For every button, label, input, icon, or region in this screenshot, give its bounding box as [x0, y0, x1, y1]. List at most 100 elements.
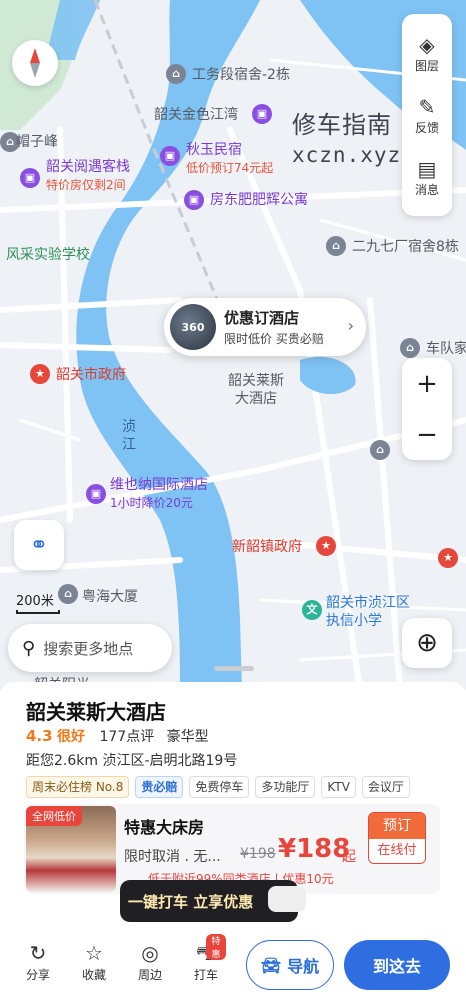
room-price: ¥188 — [278, 834, 351, 864]
poi-label[interactable]: 风采实验学校 — [6, 246, 90, 264]
tag-ranking[interactable]: 周末必住榜 No.8 — [26, 776, 130, 798]
zoom-out-button[interactable]: − — [402, 409, 452, 460]
hotel-score: 4.3 — [26, 727, 53, 745]
taxi-hot-badge: 特惠 — [206, 934, 226, 960]
map-toolbar: ◈ 图层 ✎ 反馈 ▤ 消息 — [402, 14, 452, 216]
search-icon: ⚲ — [22, 637, 36, 659]
map-scale: 200米 — [16, 590, 60, 614]
poi-hotel[interactable]: 韶关阅遇客栈 特价房仅剩2间 — [46, 158, 130, 194]
messages-button[interactable]: ▤ 消息 — [402, 146, 452, 208]
scale-bar — [16, 610, 60, 614]
chevron-right-icon: › — [347, 316, 354, 335]
share-icon: ↻ — [29, 941, 47, 965]
zoom-in-button[interactable]: + — [402, 358, 452, 409]
hotel-promo-bubble[interactable]: 360 优惠订酒店 限时低价 买贵必赔 › — [164, 298, 366, 356]
poi-label[interactable]: 新韶镇政府 — [232, 538, 302, 556]
favorite-button[interactable]: ☆ 收藏 — [74, 940, 114, 983]
gov-pin-icon: ★ — [438, 548, 458, 568]
go-here-button[interactable]: 到这去 — [344, 940, 450, 990]
edit-icon: ✎ — [418, 94, 436, 119]
street-view-button[interactable]: ⚭ — [14, 520, 64, 570]
sheet-drag-handle[interactable] — [214, 666, 254, 671]
feedback-button[interactable]: ✎ 反馈 — [402, 84, 452, 146]
poi-label[interactable]: 二九七厂宿舍8栋 — [352, 238, 459, 256]
favorite-label: 收藏 — [81, 968, 106, 982]
compass-button[interactable] — [12, 40, 58, 86]
car-icon: 🚘︎ — [260, 955, 282, 975]
poi-label: 维也纳国际酒店 — [110, 477, 208, 493]
messages-label: 消息 — [414, 182, 439, 197]
hotel-rating-line: 4.3 很好 177点评 豪华型 — [26, 726, 209, 746]
zoom-control: + − — [402, 358, 452, 460]
poi-deal: 低价预订74元起 — [186, 161, 274, 175]
lowest-price-badge: 全网低价 — [26, 806, 82, 826]
layers-icon: ◈ — [419, 32, 435, 57]
hotel-pin-icon: ▣ — [86, 484, 106, 504]
watermark-cn: 修车指南 — [292, 111, 392, 139]
hotel-address-line: 距您2.6km 浈江区-启明北路19号 — [26, 750, 237, 770]
hotel-reviews[interactable]: 177点评 — [99, 729, 154, 745]
hotel-pin-icon: ▣ — [20, 168, 40, 188]
share-button[interactable]: ↻ 分享 — [18, 940, 58, 983]
hotel-pin-icon: ▣ — [184, 190, 204, 210]
hotel-name: 韶关莱斯大酒店 — [26, 700, 166, 724]
locate-button[interactable]: ⊕ — [402, 618, 452, 668]
room-original-price: ¥198 — [240, 846, 276, 862]
tag-facility: KTV — [321, 776, 356, 798]
poi-deal: 特价房仅剩2间 — [46, 178, 126, 192]
hotel-score-label: 很好 — [57, 729, 86, 745]
nearby-button[interactable]: ◎ 周边 — [130, 940, 170, 983]
hotel-tags: 周末必住榜 No.8 贵必赔 免费停车 多功能厅 KTV 会议厅 — [26, 776, 410, 798]
search-nearby-input[interactable]: ⚲ 搜索更多地点 — [8, 624, 172, 672]
room-name: 特惠大床房 — [124, 818, 205, 837]
poi-label[interactable]: 房东肥肥辉公寓 — [210, 191, 308, 209]
tag-facility: 会议厅 — [361, 776, 410, 798]
navigate-button[interactable]: 🚘︎ 导航 — [246, 940, 334, 990]
feedback-label: 反馈 — [414, 120, 439, 135]
book-label: 预订 — [369, 813, 425, 839]
room-policy: 限时取消 . 无... — [124, 849, 221, 865]
watermark: 修车指南 xczn.xyz — [292, 110, 401, 170]
poi-hotel[interactable]: 秋玉民宿 低价预订74元起 — [186, 141, 273, 177]
room-price-unit: 起 — [342, 849, 356, 865]
gov-pin-icon: ★ — [316, 536, 336, 556]
share-label: 分享 — [25, 968, 50, 982]
poi-label[interactable]: 工务段宿舍-2栋 — [192, 66, 290, 84]
poi-pin-icon: ⌂ — [326, 236, 346, 256]
tag-facility: 免费停车 — [189, 776, 250, 798]
go-here-label: 到这去 — [372, 957, 421, 976]
hotel-distance: 距您2.6km — [26, 753, 99, 769]
poi-pin-icon: ⌂ — [370, 440, 390, 460]
poi-pin-icon: ⌂ — [166, 64, 186, 84]
pay-online-label: 在线付 — [369, 839, 425, 863]
poi-label[interactable]: 韶关金色江湾 — [154, 106, 238, 124]
nearby-label: 周边 — [137, 968, 162, 982]
promo-subtitle: 限时低价 买贵必赔 — [224, 332, 324, 346]
poi-label: 韶关阅遇客栈 — [46, 159, 130, 175]
poi-label[interactable]: 粤海大厦 — [82, 588, 138, 606]
layers-button[interactable]: ◈ 图层 — [402, 22, 452, 84]
poi-label[interactable]: 韶关市浈江区 执信小学 — [326, 594, 410, 630]
hotel-level: 豪华型 — [166, 729, 209, 745]
gov-pin-icon: ★ — [30, 364, 50, 384]
tag-price-guarantee[interactable]: 贵必赔 — [135, 776, 184, 798]
map-view[interactable]: 修车指南 xczn.xyz ⌂ 工务段宿舍-2栋 韶关金色江湾 ▣ ⌂ 帽子峰 … — [0, 0, 466, 690]
star-icon: ☆ — [85, 941, 103, 965]
poi-hotel[interactable]: 维也纳国际酒店 1小时降价20元 — [110, 476, 208, 512]
book-button[interactable]: 预订 在线付 — [368, 812, 426, 864]
taxi-promo-tooltip[interactable]: 一键打车 立享优惠 — [120, 880, 306, 922]
taxi-button[interactable]: 特惠 ⛍ 打车 — [186, 934, 226, 983]
binoculars-icon: ⚭ — [29, 532, 49, 558]
navigate-label: 导航 — [287, 957, 320, 976]
poi-label[interactable]: 帽子峰 — [16, 133, 58, 151]
compass-icon — [30, 48, 40, 78]
promo-thumbnail: 360 — [170, 304, 216, 350]
watermark-en: xczn.xyz — [292, 143, 402, 167]
poi-label[interactable]: 车队家 — [426, 340, 466, 358]
selected-poi-label[interactable]: 韶关莱斯 大酒店 — [228, 372, 284, 408]
school-pin-icon: 文 — [302, 600, 322, 620]
hotel-pin-icon: ▣ — [160, 146, 180, 166]
bottom-action-bar: ↻ 分享 ☆ 收藏 ◎ 周边 特惠 ⛍ 打车 🚘︎ 导航 到这去 — [0, 934, 466, 1000]
car-icon — [268, 886, 306, 912]
poi-label[interactable]: 韶关市政府 — [56, 366, 126, 384]
